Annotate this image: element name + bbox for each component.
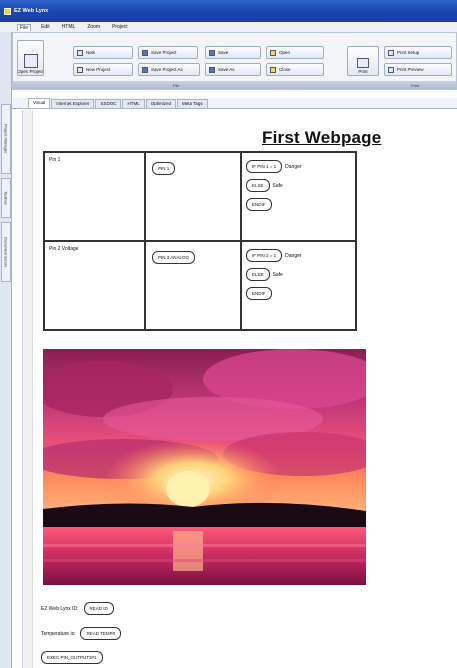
sidetab-document-errors[interactable]: Document Errors [1,222,11,282]
condition-cell[interactable]: IF PIN 2 = 1 Danger ELSE Safe ENDIF [240,240,357,331]
printer-icon [357,58,369,68]
open-project-button[interactable]: Open Project [17,40,44,76]
pin-label: Pin 1 [49,157,61,163]
group-label-print: Print [411,83,420,88]
tab-ssdoc[interactable]: SSDOC [95,99,122,108]
menu-edit[interactable]: Edit [39,24,52,30]
tab-meta-tags[interactable]: Meta Tags [177,99,208,108]
ribbon-group-bar: File Print [13,81,456,89]
menu-file[interactable]: File [17,23,32,31]
tab-html[interactable]: HTML [122,99,145,108]
save-project-button[interactable]: Save Project [138,46,198,59]
new-project-button[interactable]: New Project [73,63,133,76]
pin-tag-cell[interactable]: PIN 3 ANALOG [144,240,242,331]
save-as-button[interactable]: Save As [205,63,261,76]
side-panel: Project Manager Toolbox Document Errors [0,32,12,668]
if-text: Danger [285,163,302,170]
new-button[interactable]: New [73,46,133,59]
pin-label-cell[interactable]: Pin 1 [43,151,146,242]
if-tag[interactable]: IF PIN 2 = 1 [246,249,283,262]
page-title[interactable]: First Webpage [262,128,381,148]
print-button[interactable]: Print [347,46,379,76]
save-project-icon [142,49,148,56]
endif-tag[interactable]: ENDIF [246,287,272,300]
print-preview-button[interactable]: Print Preview [384,63,452,76]
table-row: Pin 2 Voltage PIN 3 ANALOG IF PIN 2 = 1D… [43,240,357,331]
web-lynx-id-label: EZ Web Lynx ID: [41,605,79,612]
menu-project[interactable]: Project [110,24,130,30]
menu-zoom[interactable]: Zoom [85,24,102,30]
pin-tag-cell[interactable]: PIN 1 [144,151,242,242]
document-tabs: Visual Internet Explorer SSDOC HTML Opti… [12,98,457,109]
exec-output-button[interactable]: EXEC PIN_OUTPUT3#1 [41,651,103,664]
pin-label-cell[interactable]: Pin 2 Voltage [43,240,146,331]
open-folder-icon [270,49,276,56]
window-titlebar: EZ Web Lynx [0,0,457,22]
save-button[interactable]: Save [205,46,261,59]
endif-tag[interactable]: ENDIF [246,198,272,211]
vertical-ruler [23,110,33,668]
pin-tag[interactable]: PIN 3 ANALOG [152,251,196,264]
close-file-icon [270,66,276,73]
sidetab-project-manager[interactable]: Project Manager [1,104,11,174]
if-text: Danger [285,252,302,259]
tab-optimized[interactable]: Optimized [145,99,176,108]
temperature-row: Temperature is: READ TEMP0 [41,627,122,640]
sidetab-toolbox[interactable]: Toolbox [1,178,11,218]
else-tag[interactable]: ELSE [246,268,270,281]
disk-icon [209,49,215,56]
menu-html[interactable]: HTML [60,24,78,30]
read-id-tag[interactable]: READ ID [83,602,114,615]
read-temp-tag[interactable]: READ TEMP0 [80,627,122,640]
table-row: Pin 1 PIN 1 IF PIN 1 = 1 Danger ELSE Safe … [43,151,357,242]
pin-label: Pin 2 Voltage [49,246,79,252]
else-text: Safe [272,271,283,278]
pin-tag[interactable]: PIN 1 [152,162,176,175]
menu-bar: File Edit HTML Zoom Project [0,22,457,32]
ribbon-toolbar: Open Project New New Project Save Projec… [12,32,457,90]
window-title: EZ Web Lynx [14,8,49,14]
app-icon [4,7,11,15]
else-text: Safe [272,182,283,189]
print-preview-icon [388,66,394,73]
print-setup-button[interactable]: Print Setup [384,46,452,59]
save-project-as-button[interactable]: Save Project As [138,63,200,76]
tab-visual[interactable]: Visual [28,98,51,108]
temperature-label: Temperature is: [41,630,76,637]
else-tag[interactable]: ELSE [246,179,270,192]
new-file-icon [77,49,83,56]
open-button[interactable]: Open [266,46,324,59]
new-project-icon [77,66,83,73]
group-label-file: File [173,83,180,88]
save-project-as-icon [142,66,148,73]
if-tag[interactable]: IF PIN 1 = 1 [246,160,283,173]
pin-table[interactable]: Pin 1 PIN 1 IF PIN 1 = 1 Danger ELSE Safe … [43,151,357,331]
tab-internet-explorer[interactable]: Internet Explorer [51,99,95,108]
folder-icon [23,54,38,68]
lynx-id-row: EZ Web Lynx ID: READ ID [41,602,114,615]
condition-cell[interactable]: IF PIN 1 = 1 Danger ELSE Safe ENDIF [240,151,357,242]
close-button[interactable]: Close [266,63,324,76]
sunset-image[interactable] [43,349,366,585]
exec-row: EXEC PIN_OUTPUT3#1 [41,651,103,664]
disk-as-icon [209,66,215,73]
print-setup-icon [388,49,394,56]
